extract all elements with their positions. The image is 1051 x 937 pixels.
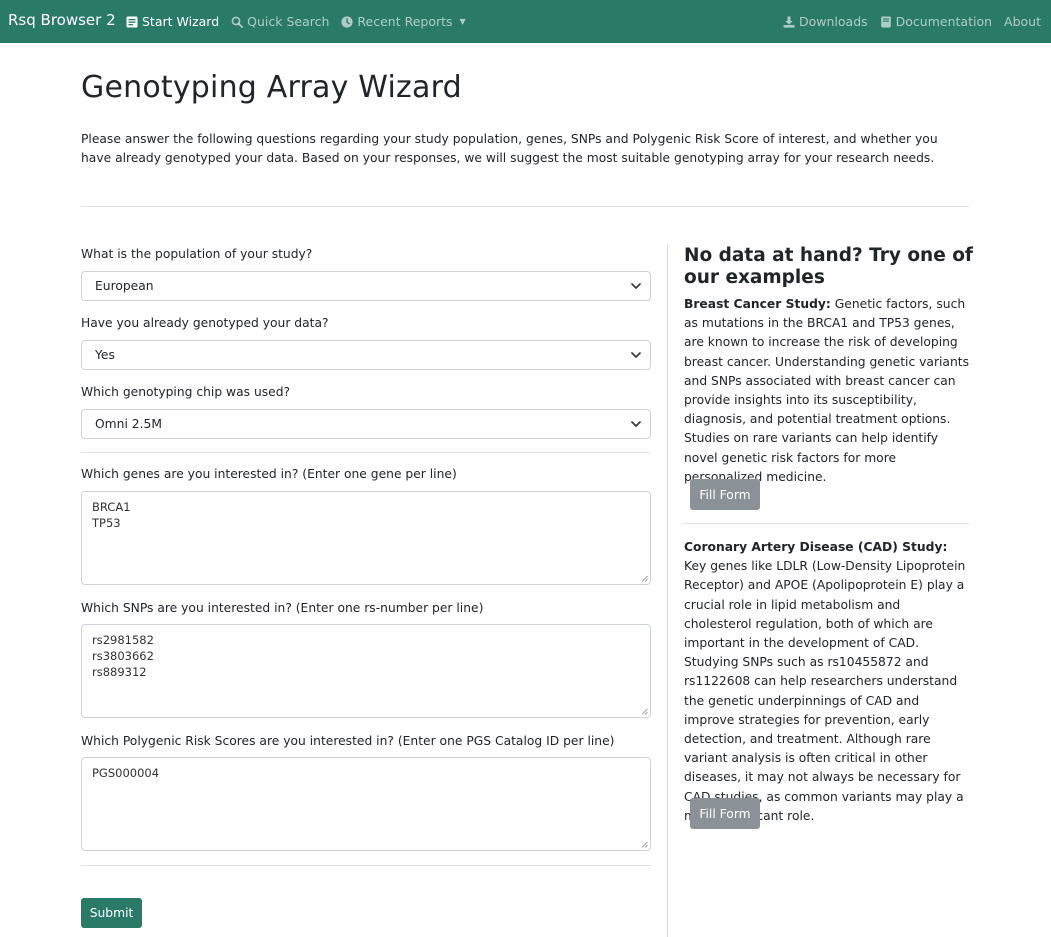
genotyped-select-value: Yes	[95, 348, 115, 362]
example-cad: Coronary Artery Disease (CAD) Study: Key…	[684, 538, 970, 826]
nav-start-wizard-label: Start Wizard	[142, 14, 220, 29]
nav-left-group: Start Wizard Quick Search Recent Reports…	[126, 0, 466, 43]
snps-line: rs2981582	[92, 633, 154, 647]
snps-label: Which SNPs are you interested in? (Enter…	[81, 601, 484, 615]
submit-button[interactable]: Submit	[81, 898, 142, 928]
nav-documentation-label: Documentation	[895, 14, 993, 29]
nav-quick-search[interactable]: Quick Search	[231, 14, 329, 29]
nav-recent-reports-label: Recent Reports	[357, 14, 453, 29]
divider	[81, 865, 651, 866]
snps-line: rs3803662	[92, 649, 154, 663]
genotyped-select[interactable]: Yes	[81, 340, 651, 370]
resize-handle-icon[interactable]	[641, 708, 648, 715]
nav-downloads[interactable]: Downloads	[783, 14, 868, 29]
intro-text: Please answer the following questions re…	[81, 132, 938, 165]
chevron-down-icon: ▼	[459, 17, 466, 26]
nav-documentation[interactable]: Documentation	[880, 14, 992, 29]
brand-link[interactable]: Rsq Browser 2	[8, 11, 116, 29]
genes-label: Which genes are you interested in? (Ente…	[81, 467, 457, 481]
population-select[interactable]: European	[81, 271, 651, 301]
search-icon	[231, 16, 244, 28]
pgs-line: PGS000004	[92, 766, 160, 780]
nav-right-group: Downloads Documentation About	[783, 0, 1041, 43]
population-select-value: European	[95, 279, 154, 293]
book-icon	[880, 16, 891, 27]
snps-line: rs889312	[92, 665, 147, 679]
page-title: Genotyping Array Wizard	[81, 70, 462, 105]
resize-handle-icon[interactable]	[641, 575, 648, 582]
column-divider	[667, 244, 668, 937]
nav-about-label: About	[1004, 14, 1041, 29]
nav-start-wizard[interactable]: Start Wizard	[126, 14, 219, 29]
form-icon	[126, 16, 138, 27]
divider	[81, 452, 651, 453]
snps-textarea[interactable]: rs2981582 rs3803662 rs889312	[81, 624, 651, 718]
fill-form-breast-cancer-button[interactable]: Fill Form	[690, 479, 760, 510]
examples-title: No data at hand? Try one of our examples	[684, 245, 973, 288]
example-title: Coronary Artery Disease (CAD) Study:	[684, 540, 948, 554]
nav-downloads-label: Downloads	[799, 14, 868, 29]
top-navbar: Rsq Browser 2 Start Wizard Quick Search …	[0, 0, 1051, 43]
example-description: Key genes like LDLR (Low-Density Lipopro…	[684, 559, 966, 823]
example-description: Genetic factors, such as mutations in th…	[684, 297, 969, 484]
population-label: What is the population of your study?	[81, 247, 313, 261]
nav-about[interactable]: About	[1004, 14, 1041, 29]
divider	[684, 523, 969, 524]
example-breast-cancer: Breast Cancer Study: Genetic factors, su…	[684, 295, 970, 487]
nav-quick-search-label: Quick Search	[247, 14, 330, 29]
genes-line: TP53	[92, 516, 121, 530]
divider	[81, 206, 969, 207]
nav-recent-reports[interactable]: Recent Reports ▼	[341, 14, 466, 29]
chevron-down-icon	[631, 283, 641, 289]
chevron-down-icon	[631, 421, 641, 427]
chip-select[interactable]: Omni 2.5M	[81, 409, 651, 439]
chevron-down-icon	[631, 352, 641, 358]
genotyped-label: Have you already genotyped your data?	[81, 316, 329, 330]
pgs-label: Which Polygenic Risk Scores are you inte…	[81, 734, 615, 748]
genes-line: BRCA1	[92, 500, 131, 514]
clock-icon	[341, 15, 354, 28]
genes-textarea[interactable]: BRCA1 TP53	[81, 491, 651, 585]
resize-handle-icon[interactable]	[641, 841, 648, 848]
fill-form-cad-button[interactable]: Fill Form	[690, 798, 760, 829]
chip-label: Which genotyping chip was used?	[81, 385, 291, 399]
download-icon	[783, 16, 795, 28]
pgs-textarea[interactable]: PGS000004	[81, 757, 651, 851]
example-title: Breast Cancer Study:	[684, 297, 831, 311]
chip-select-value: Omni 2.5M	[95, 417, 162, 431]
